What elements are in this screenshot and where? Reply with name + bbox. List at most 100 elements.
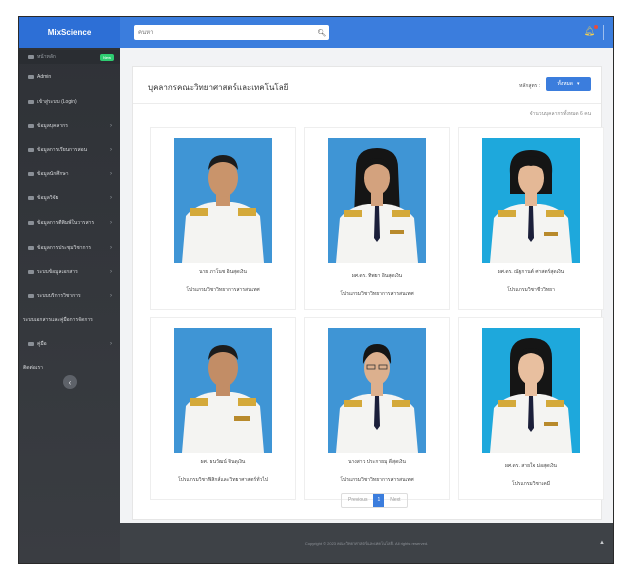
chevron-right-icon: ›	[110, 147, 112, 153]
manual-icon	[28, 342, 34, 346]
topbar-divider	[603, 25, 604, 40]
divider	[133, 103, 601, 104]
brand-logo[interactable]: MixScience	[19, 17, 120, 48]
sidebar-item-students[interactable]: ข้อมูลนักศึกษา ›	[19, 167, 120, 181]
sidebar-item-label: ข้อมูลการประชุมวิชาการ	[37, 245, 92, 251]
service-icon	[28, 294, 34, 298]
person-photo	[174, 138, 272, 263]
pagination-page-1[interactable]: 1	[373, 494, 385, 507]
person-card[interactable]: นางสาว ประกายมุ ดีสุดเงิน โปรแกรมวิชาวิท…	[304, 317, 450, 500]
document-icon	[28, 270, 34, 274]
users-icon	[28, 124, 34, 128]
person-name: ผศ.ดร. ทิพยา อินสุดเงิน	[351, 273, 403, 279]
category-label: หลักสูตร :	[519, 83, 541, 89]
sidebar-item-label: ระบบเอกสารและคู่มือการจัดการ	[23, 317, 93, 323]
journal-icon	[28, 221, 34, 225]
login-icon	[28, 100, 34, 104]
sidebar-item-contact[interactable]: ติดต่อเรา	[19, 361, 120, 375]
search-box: 🔍︎	[134, 25, 329, 40]
page-title: บุคลากรคณะวิทยาศาสตร์และเทคโนโลยี	[148, 83, 289, 92]
category-dropdown[interactable]: ทั้งหมด ▾	[546, 77, 591, 91]
person-card[interactable]: ผศ.ดร. ณัฐกานต์ ศาสตร์สุดเงิน โปรแกรมวิช…	[458, 127, 604, 310]
chevron-right-icon: ›	[110, 293, 112, 299]
sidebar-item-label: ข้อมูลบุคลากร	[37, 123, 68, 129]
chevron-right-icon: ›	[110, 195, 112, 201]
person-department: โปรแกรมวิชาวิทยาการสารสนเทศ	[186, 287, 260, 293]
sidebar-item-research[interactable]: ข้อมูลวิจัย ›	[19, 191, 120, 205]
sidebar-item-label: ข้อมูลการเรียนการสอน	[37, 147, 88, 153]
sidebar-item-label: หน้าหลัก	[37, 54, 56, 60]
search-input[interactable]	[134, 29, 315, 36]
sidebar-item-manuals-system[interactable]: ระบบเอกสารและคู่มือการจัดการ	[19, 313, 120, 327]
sidebar-item-label: ระบบข้อมูลเอกสาร	[37, 269, 78, 275]
person-photo	[328, 138, 426, 263]
chevron-right-icon: ›	[110, 220, 112, 226]
chevron-right-icon: ›	[110, 269, 112, 275]
person-photo	[174, 328, 272, 453]
chevron-right-icon: ›	[110, 341, 112, 347]
person-photo	[482, 138, 580, 263]
sidebar-item-label: ข้อมูลวิจัย	[37, 195, 59, 201]
sidebar-item-label: คู่มือ	[37, 341, 47, 347]
pagination-previous[interactable]: Previous	[342, 494, 373, 507]
category-value: ทั้งหมด	[557, 81, 574, 87]
sidebar-item-documents[interactable]: ระบบข้อมูลเอกสาร ›	[19, 265, 120, 279]
person-card[interactable]: ผศ. ธนวัฒน์ จินดุเงิน โปรแกรมวิชาฟิสิกส์…	[150, 317, 296, 500]
person-name: ผศ.ดร. ณัฐกานต์ ศาสตร์สุดเงิน	[497, 269, 565, 275]
sidebar-item-teaching[interactable]: ข้อมูลการเรียนการสอน ›	[19, 143, 120, 157]
notification-dot	[594, 25, 598, 29]
footer-copyright: Copyright © 2023 คณะวิทยาศาสตร์และเทคโนโ…	[304, 540, 429, 546]
person-photo	[328, 328, 426, 453]
sidebar-item-publications[interactable]: ข้อมูลการตีพิมพ์ในวารสาร ›	[19, 216, 120, 230]
person-card[interactable]: ผศ.ดร. ทิพยา อินสุดเงิน โปรแกรมวิชาวิทยา…	[304, 127, 450, 310]
person-department: โปรแกรมวิชาวิทยาการสารสนเทศ	[340, 477, 414, 483]
caret-down-icon: ▾	[577, 81, 580, 87]
personnel-card: บุคลากรคณะวิทยาศาสตร์และเทคโนโลยี หลักสู…	[132, 66, 604, 520]
sidebar-item-label: Admin	[37, 74, 52, 80]
person-department: โปรแกรมวิชาฟิสิกส์และวิทยาศาสตร์ทั่วไป	[177, 477, 269, 483]
sidebar-item-label: ระบบบริการวิชาการ	[37, 293, 81, 299]
pagination: Previous 1 Next	[341, 493, 408, 508]
person-department: โปรแกรมวิชาวิทยาการสารสนเทศ	[340, 291, 414, 297]
sidebar-item-conferences[interactable]: ข้อมูลการประชุมวิชาการ ›	[19, 241, 120, 255]
admin-icon	[28, 75, 34, 79]
sidebar-item-services[interactable]: ระบบบริการวิชาการ ›	[19, 289, 120, 303]
person-card[interactable]: นาย ภาโนช อินสุดเงิน โปรแกรมวิชาวิทยาการ…	[150, 127, 296, 310]
sidebar-item-personnel[interactable]: ข้อมูลบุคลากร ›	[19, 119, 120, 133]
book-icon	[28, 148, 34, 152]
sidebar-item-label: เข้าสู่ระบบ (Login)	[37, 99, 77, 105]
sidebar-collapse-button[interactable]: ‹	[63, 375, 77, 389]
chevron-right-icon: ›	[110, 245, 112, 251]
person-name: นาย ภาโนช อินสุดเงิน	[199, 269, 247, 275]
person-photo	[482, 328, 580, 453]
student-icon	[28, 172, 34, 176]
scroll-up-icon[interactable]: ▲	[599, 540, 605, 546]
app-window: MixScience 🔍︎ 🔔︎ หน้าหลัก New Admin เข้า…	[18, 16, 614, 564]
person-name: ผศ. ธนวัฒน์ จินดุเงิน	[200, 459, 246, 465]
search-icon[interactable]: 🔍︎	[315, 29, 329, 37]
person-department: โปรแกรมวิชาชีววิทยา	[507, 287, 555, 293]
chevron-right-icon: ›	[110, 171, 112, 177]
research-icon	[28, 196, 34, 200]
top-bar: 🔍︎ 🔔︎	[120, 17, 613, 48]
sidebar-item-home[interactable]: หน้าหลัก New	[19, 50, 120, 64]
sidebar-item-manual[interactable]: คู่มือ ›	[19, 337, 120, 351]
home-icon	[28, 55, 34, 59]
footer: Copyright © 2023 คณะวิทยาศาสตร์และเทคโนโ…	[120, 523, 613, 563]
person-name: ผศ.ดร. สายใจ ม่อสุดเงิน	[505, 463, 557, 469]
main-content: บุคลากรคณะวิทยาศาสตร์และเทคโนโลยี หลักสู…	[120, 48, 613, 563]
sidebar-item-label: ติดต่อเรา	[23, 365, 43, 371]
chevron-right-icon: ›	[110, 123, 112, 129]
sidebar-item-admin[interactable]: Admin	[19, 70, 120, 84]
person-card[interactable]: ผศ.ดร. สายใจ ม่อสุดเงิน โปรแกรมวิชาเคมี	[458, 317, 604, 500]
new-badge: New	[99, 53, 114, 61]
person-name: นางสาว ประกายมุ ดีสุดเงิน	[348, 459, 406, 465]
pagination-next[interactable]: Next	[384, 494, 406, 507]
sidebar-item-label: ข้อมูลการตีพิมพ์ในวารสาร	[37, 220, 95, 226]
total-count: จำนวนบุคลากรทั้งหมด 6 คน	[529, 111, 591, 117]
conference-icon	[28, 246, 34, 250]
sidebar: หน้าหลัก New Admin เข้าสู่ระบบ (Login) ข…	[19, 48, 120, 563]
sidebar-item-login[interactable]: เข้าสู่ระบบ (Login)	[19, 95, 120, 109]
sidebar-item-label: ข้อมูลนักศึกษา	[37, 171, 69, 177]
person-department: โปรแกรมวิชาเคมี	[511, 481, 551, 487]
